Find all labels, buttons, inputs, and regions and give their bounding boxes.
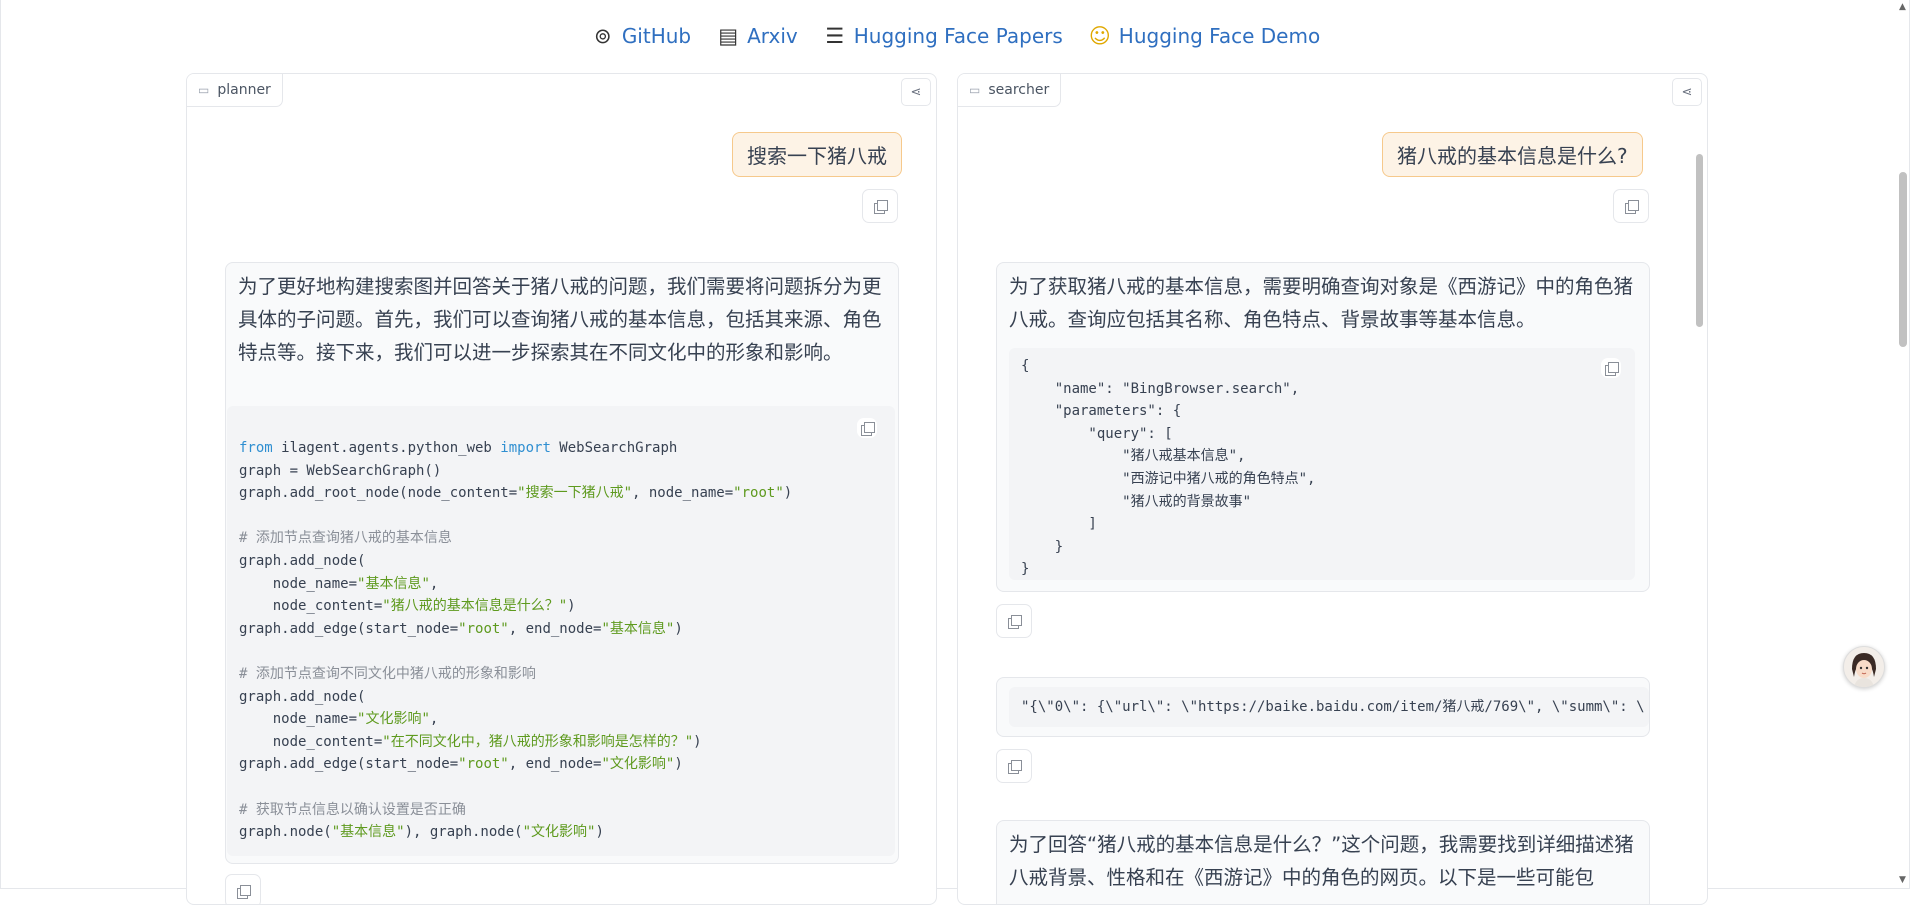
assistant-final-text: 为了回答“猪八戒的基本信息是什么？”这个问题，我需要找到详细描述猪八戒背景、性格… xyxy=(1009,833,1634,889)
tool-result-message: "{\"0\": {\"url\": \"https://baike.baidu… xyxy=(996,677,1650,737)
copy-user-message-button[interactable] xyxy=(1613,189,1649,223)
code-block: from ilagent.agents.python_web import We… xyxy=(227,406,895,856)
assistant-message: 为了获取猪八戒的基本信息，需要明确查询对象是《西游记》中的角色猪八戒。查询应包括… xyxy=(996,262,1650,592)
hf-papers-link[interactable]: ☰ Hugging Face Papers xyxy=(822,24,1063,48)
searcher-tab-label: searcher xyxy=(988,82,1050,98)
arxiv-link-label: Arxiv xyxy=(747,24,798,48)
share-button[interactable]: ⋖ xyxy=(901,78,931,106)
searcher-panel: ▭ searcher ⋖ 猪八戒的基本信息是什么? 为了获取猪八戒的基本信息，需… xyxy=(957,73,1708,905)
chat-icon: ▭ xyxy=(969,83,981,97)
planner-panel: ▭ planner ⋖ 搜索一下猪八戒 为了更好地构建搜索图并回答关于猪八戒的问… xyxy=(186,73,937,905)
avatar-icon xyxy=(1844,647,1884,687)
hf-papers-link-label: Hugging Face Papers xyxy=(853,24,1063,48)
planner-tab: ▭ planner xyxy=(187,74,283,107)
header-links: ⊚ GitHub ▤ Arxiv ☰ Hugging Face Papers ☺… xyxy=(0,24,1910,48)
chat-icon: ▭ xyxy=(198,83,210,97)
copy-icon xyxy=(1604,361,1619,376)
github-link-label: GitHub xyxy=(621,24,692,48)
assistant-message-text: 为了获取猪八戒的基本信息，需要明确查询对象是《西游记》中的角色猪八戒。查询应包括… xyxy=(1009,275,1634,331)
github-link[interactable]: ⊚ GitHub xyxy=(590,24,691,48)
assistant-final-message: 为了回答“猪八戒的基本信息是什么？”这个问题，我需要找到详细描述猪八戒背景、性格… xyxy=(996,820,1650,904)
copy-icon xyxy=(873,199,888,214)
copy-tool-result-button[interactable] xyxy=(996,749,1032,783)
assistant-message: 为了更好地构建搜索图并回答关于猪八戒的问题，我们需要将问题拆分为更具体的子问题。… xyxy=(225,262,899,864)
planner-tab-label: planner xyxy=(217,82,271,98)
copy-code-button[interactable] xyxy=(857,418,877,438)
user-message: 搜索一下猪八戒 xyxy=(732,132,902,177)
user-message-text: 搜索一下猪八戒 xyxy=(747,144,887,168)
scroll-down-arrow[interactable]: ▼ xyxy=(1899,875,1906,885)
copy-user-message-button[interactable] xyxy=(862,189,898,223)
hugging-face-icon: ☺ xyxy=(1088,24,1111,48)
copy-icon xyxy=(1007,759,1022,774)
copy-icon xyxy=(1007,614,1022,629)
user-message: 猪八戒的基本信息是什么? xyxy=(1382,132,1643,177)
assistant-message-text: 为了更好地构建搜索图并回答关于猪八戒的问题，我们需要将问题拆分为更具体的子问题。… xyxy=(238,275,882,364)
tool-result-content: "{\"0\": {\"url\": \"https://baike.baidu… xyxy=(1021,699,1645,715)
tool-result-code: "{\"0\": {\"url\": \"https://baike.baidu… xyxy=(1009,687,1649,727)
json-code-block: { "name": "BingBrowser.search", "paramet… xyxy=(1009,348,1635,580)
github-icon: ⊚ xyxy=(594,24,612,48)
code-content: from ilagent.agents.python_web import We… xyxy=(239,440,793,841)
searcher-tab: ▭ searcher xyxy=(958,74,1062,107)
hf-demo-link-label: Hugging Face Demo xyxy=(1118,24,1321,48)
searcher-scrollbar[interactable] xyxy=(1693,82,1705,902)
scroll-up-arrow[interactable]: ▲ xyxy=(1899,2,1906,12)
copy-icon xyxy=(860,421,875,436)
copy-assistant-message-button[interactable] xyxy=(996,604,1032,638)
page-scrollbar[interactable]: ▲ ▼ xyxy=(1896,0,1910,890)
hf-demo-link[interactable]: ☺ Hugging Face Demo xyxy=(1087,24,1320,48)
json-code-content: { "name": "BingBrowser.search", "paramet… xyxy=(1021,358,1316,578)
copy-code-button[interactable] xyxy=(1601,358,1621,378)
copy-icon xyxy=(1624,199,1639,214)
assistant-avatar[interactable] xyxy=(1843,646,1885,688)
scrollbar-thumb[interactable] xyxy=(1696,154,1703,327)
books-icon: ☰ xyxy=(825,24,845,48)
user-message-text: 猪八戒的基本信息是什么? xyxy=(1397,144,1628,168)
document-icon: ▤ xyxy=(718,24,739,48)
page-scrollbar-thumb[interactable] xyxy=(1899,172,1907,347)
arxiv-link[interactable]: ▤ Arxiv xyxy=(715,24,798,48)
copy-icon xyxy=(236,884,251,899)
share-icon: ⋖ xyxy=(910,84,922,100)
share-icon: ⋖ xyxy=(1681,84,1693,100)
